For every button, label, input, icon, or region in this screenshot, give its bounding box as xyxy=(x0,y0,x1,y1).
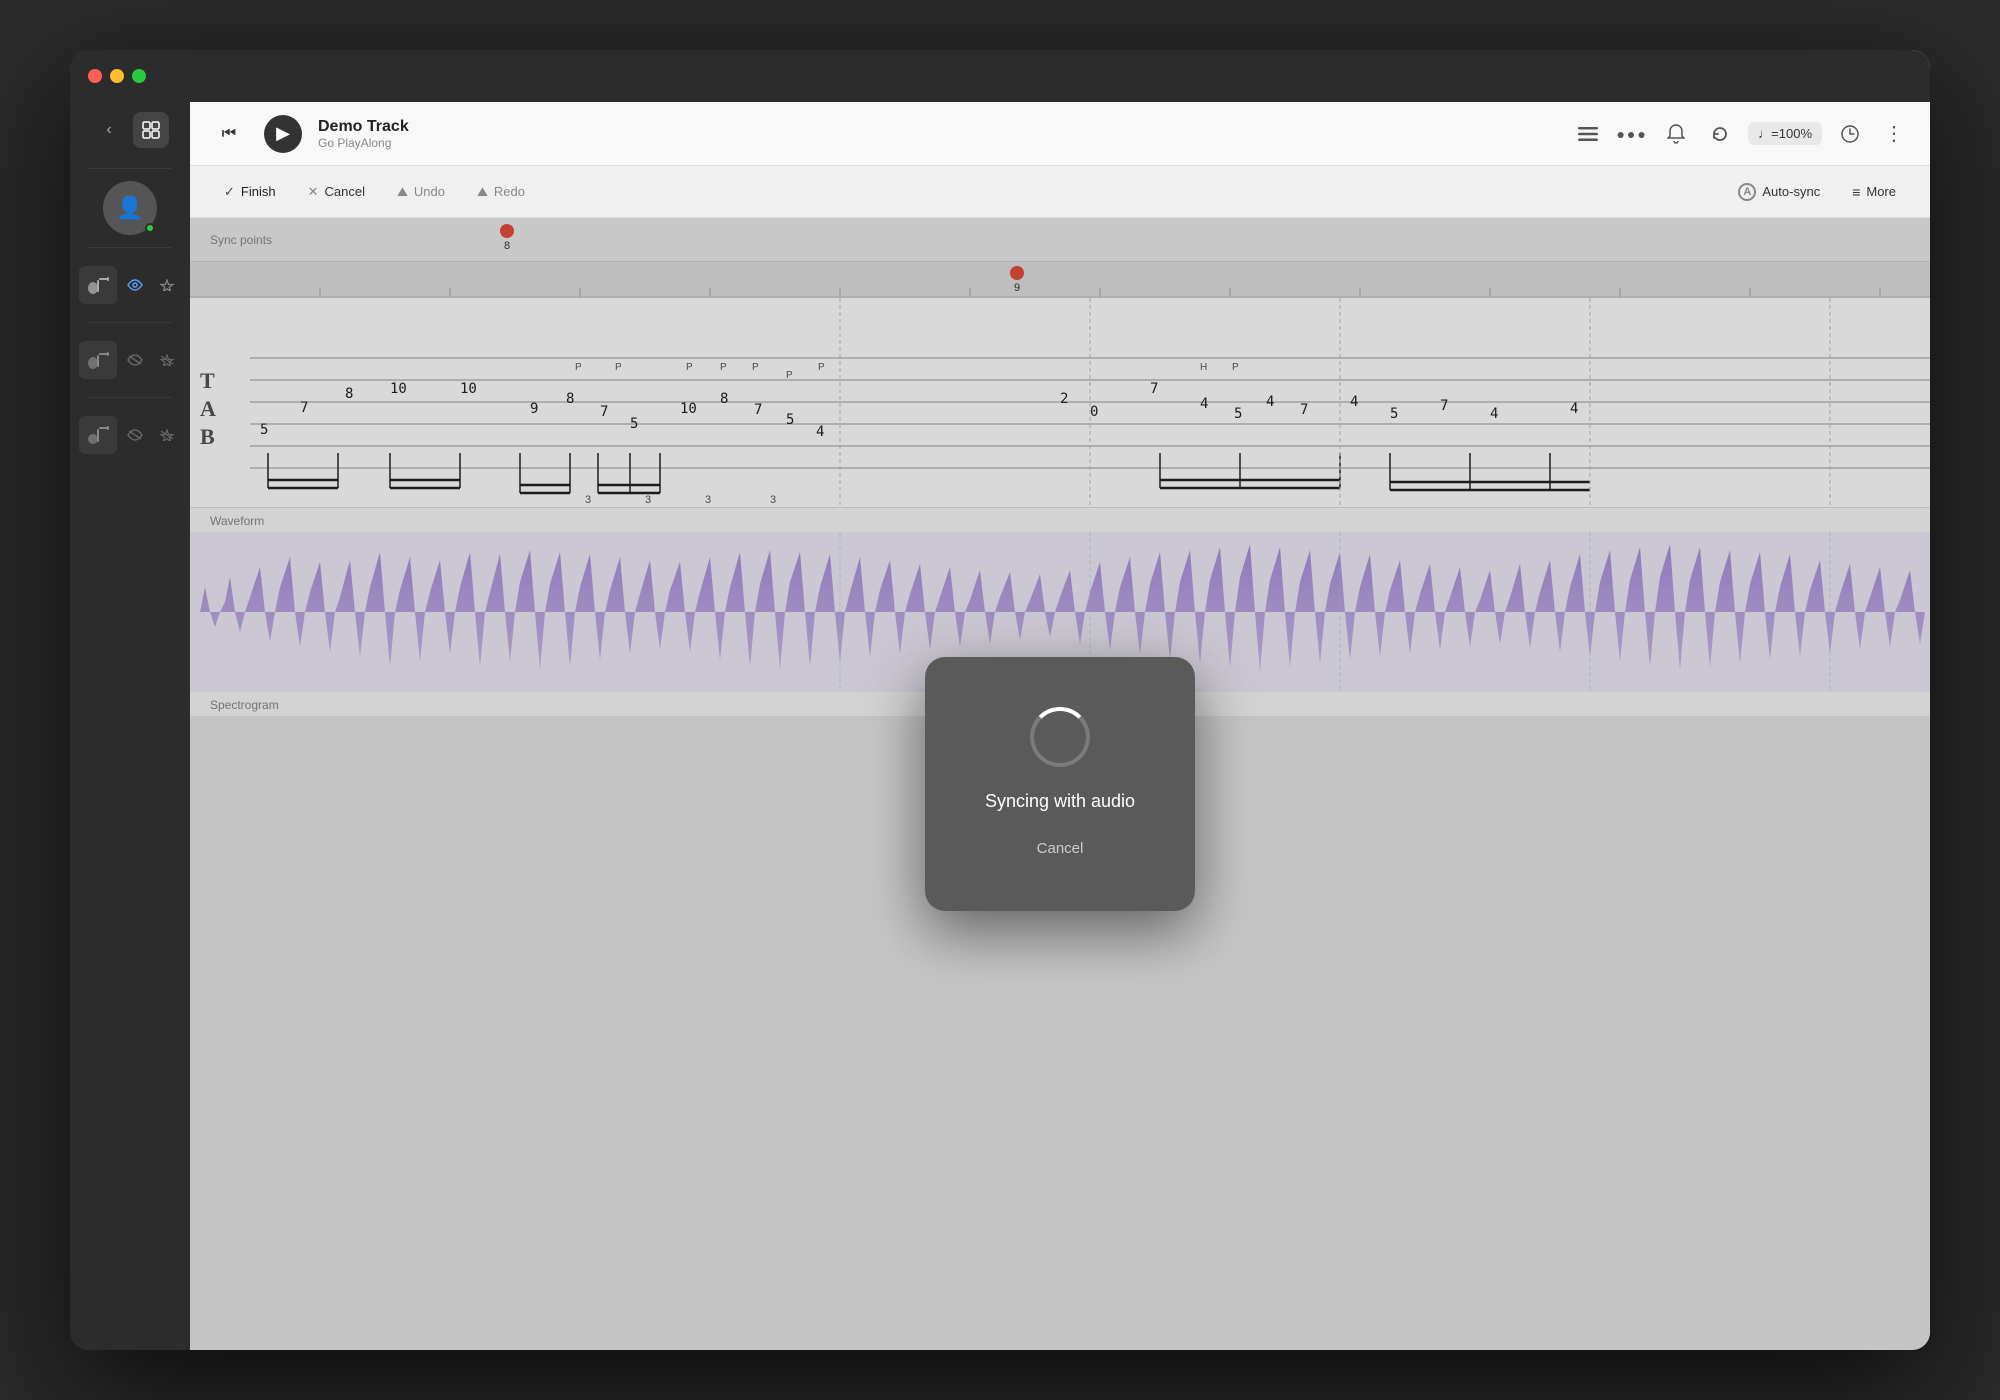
bell-icon[interactable] xyxy=(1660,118,1692,150)
modal-overlay: Syncing with audio Cancel xyxy=(190,218,1930,1350)
app-window: ‹ 👤 xyxy=(70,50,1930,1350)
track-group-3 xyxy=(70,402,190,468)
title-bar xyxy=(70,50,1930,102)
star-off-icon-1 xyxy=(159,354,175,366)
track-1-visibility-icon[interactable] xyxy=(121,271,149,299)
menu-icon[interactable] xyxy=(1572,118,1604,150)
panel-toggle-button[interactable] xyxy=(133,112,169,148)
playback-bar: ⏮ ▶ Demo Track Go PlayAlong ●●● xyxy=(190,102,1930,166)
track-1-extra-icon[interactable] xyxy=(153,271,181,299)
guitar-icon-1 xyxy=(87,276,109,294)
cancel-button[interactable]: ✕ Cancel xyxy=(294,178,379,206)
track-2-visibility-icon[interactable] xyxy=(121,346,149,374)
timer-icon xyxy=(1841,125,1859,143)
tempo-label: ♩=100% xyxy=(1758,126,1812,141)
finish-button[interactable]: ✓ Finish xyxy=(210,178,290,206)
modal-cancel-button[interactable]: Cancel xyxy=(1021,836,1100,861)
eye-off-icon-1 xyxy=(127,354,143,366)
notification-bell-icon xyxy=(1667,124,1685,144)
maximize-button[interactable] xyxy=(132,69,146,83)
traffic-lights xyxy=(88,69,146,83)
guitar-icon-2 xyxy=(87,351,109,369)
redo-label: Redo xyxy=(494,184,525,199)
track-subtitle: Go PlayAlong xyxy=(318,136,409,150)
eye-off-icon-2 xyxy=(127,429,143,441)
undo-button[interactable]: ⛰ Undo xyxy=(383,178,459,206)
sync-refresh-icon xyxy=(1711,125,1729,143)
star-icon xyxy=(159,279,175,291)
track-3-icon[interactable] xyxy=(79,416,117,454)
redo-button[interactable]: ⛰ Redo xyxy=(463,178,539,206)
user-status-dot xyxy=(145,223,155,233)
back-button[interactable]: ‹ xyxy=(91,112,127,148)
close-button[interactable] xyxy=(88,69,102,83)
user-avatar[interactable]: 👤 xyxy=(103,181,157,235)
finish-label: Finish xyxy=(241,184,276,199)
track-1-icon[interactable] xyxy=(79,266,117,304)
autosync-button[interactable]: A Auto-sync xyxy=(1724,177,1834,207)
hamburger-icon xyxy=(1578,126,1598,142)
redo-icon: ⛰ xyxy=(477,184,488,200)
undo-icon: ⛰ xyxy=(397,184,408,200)
more-vert-icon[interactable]: ⋮ xyxy=(1878,118,1910,150)
track-3-extra-icon[interactable] xyxy=(153,421,181,449)
check-icon: ✓ xyxy=(224,184,235,200)
more-button[interactable]: ≡ More xyxy=(1838,178,1910,206)
modal-title: Syncing with audio xyxy=(985,791,1135,812)
toolbar-icons: ●●● ♩=100% xyxy=(1572,118,1910,150)
main-content: ⏮ ▶ Demo Track Go PlayAlong ●●● xyxy=(190,50,1930,1350)
star-off-icon-2 xyxy=(159,429,175,441)
track-title: Demo Track xyxy=(318,118,409,136)
more-lines-icon: ≡ xyxy=(1852,184,1860,200)
cancel-label: Cancel xyxy=(325,184,365,199)
autosync-icon: A xyxy=(1738,183,1756,201)
track-group-1 xyxy=(70,252,190,318)
syncing-modal: Syncing with audio Cancel xyxy=(925,657,1195,911)
sidebar: ‹ 👤 xyxy=(70,50,190,1350)
eye-icon-blue xyxy=(127,279,143,291)
minimize-button[interactable] xyxy=(110,69,124,83)
bass-icon xyxy=(87,426,109,444)
score-area: Sync points 8 9 xyxy=(190,218,1930,1350)
loading-spinner xyxy=(1030,707,1090,767)
autosync-label: Auto-sync xyxy=(1762,184,1820,199)
tempo-badge[interactable]: ♩=100% xyxy=(1748,122,1822,145)
track-2-extra-icon[interactable] xyxy=(153,346,181,374)
dots-icon[interactable]: ●●● xyxy=(1616,118,1648,150)
play-button[interactable]: ▶ xyxy=(264,115,302,153)
sync-toolbar: ✓ Finish ✕ Cancel ⛰ Undo ⛰ Redo A Auto-s… xyxy=(190,166,1930,218)
undo-label: Undo xyxy=(414,184,445,199)
panel-icon xyxy=(142,121,160,139)
track-group-2 xyxy=(70,327,190,393)
track-3-visibility-icon[interactable] xyxy=(121,421,149,449)
refresh-icon[interactable] xyxy=(1704,118,1736,150)
rewind-button[interactable]: ⏮ xyxy=(210,115,248,153)
clock-icon[interactable] xyxy=(1834,118,1866,150)
track-info: Demo Track Go PlayAlong xyxy=(318,118,409,150)
track-2-icon[interactable] xyxy=(79,341,117,379)
more-label: More xyxy=(1866,184,1896,199)
x-icon: ✕ xyxy=(308,184,319,200)
